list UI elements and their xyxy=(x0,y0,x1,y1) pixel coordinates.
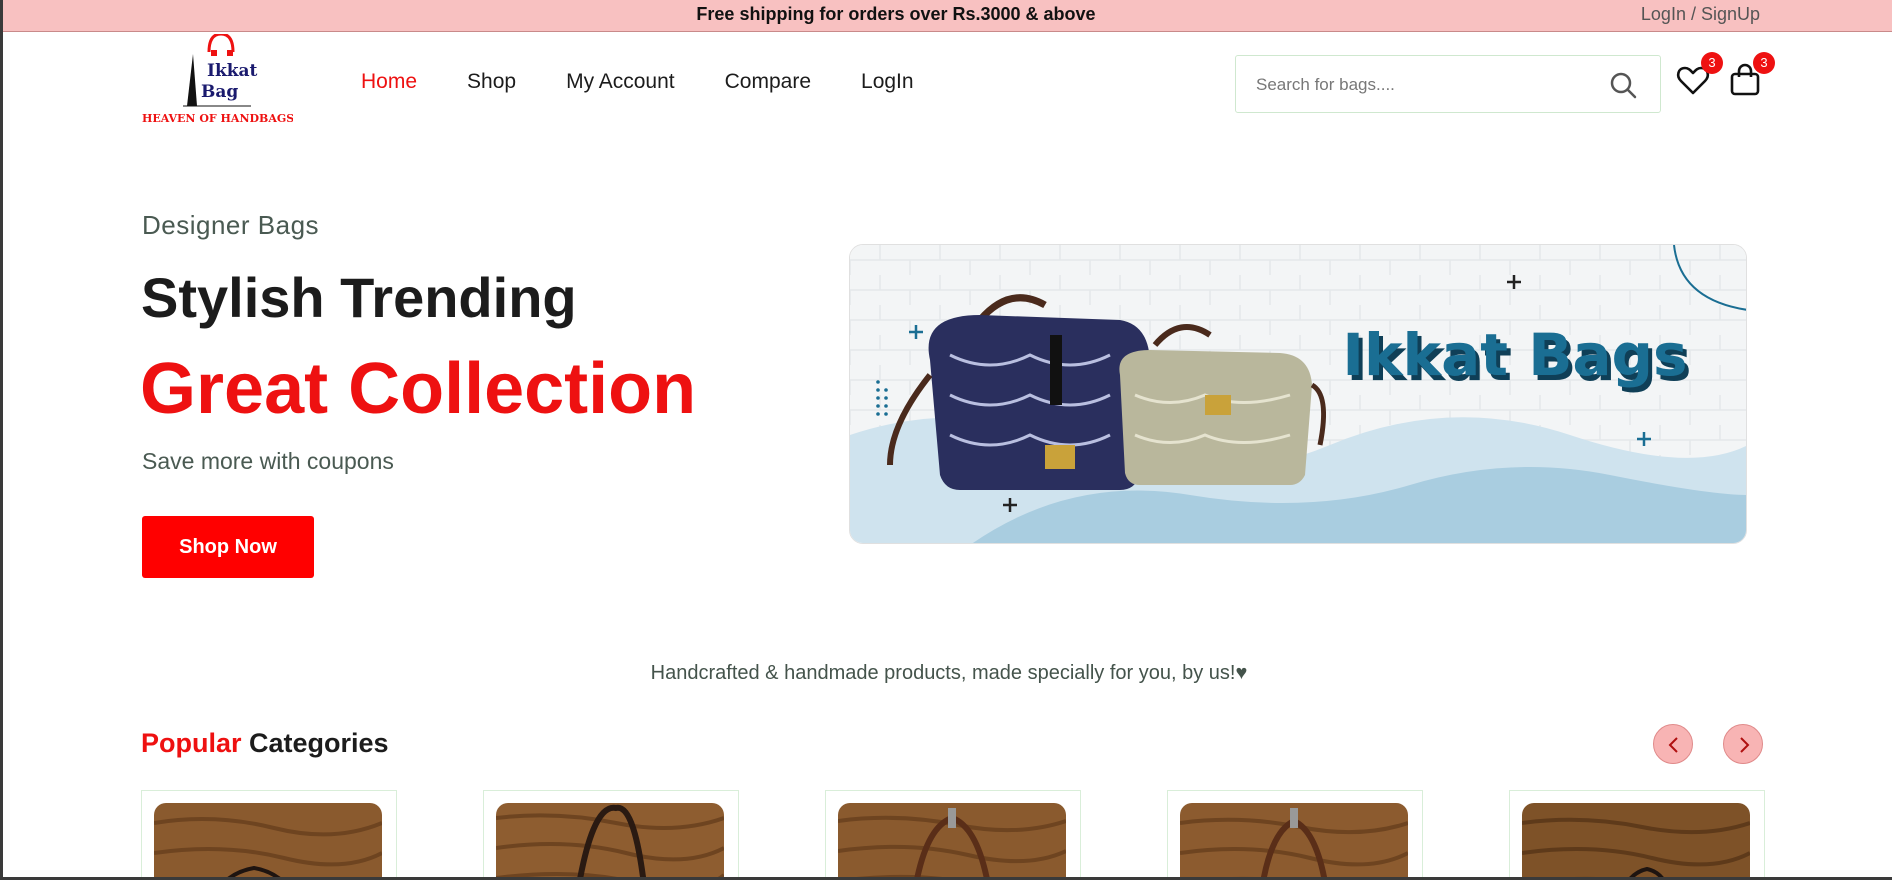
nav-item-compare[interactable]: Compare xyxy=(725,70,811,94)
wishlist-button[interactable]: 3 xyxy=(1675,52,1723,102)
search-icon[interactable] xyxy=(1608,70,1638,100)
category-card[interactable] xyxy=(141,790,397,877)
category-image xyxy=(1180,803,1408,877)
section-title-popular-categories: Popular Categories xyxy=(141,728,389,759)
announcement-bar: Free shipping for orders over Rs.3000 & … xyxy=(3,0,1892,32)
hero-title: Stylish Trending xyxy=(141,266,577,329)
handcrafted-tagline: Handcrafted & handmade products, made sp… xyxy=(650,662,1248,684)
carousel-next-button[interactable] xyxy=(1723,724,1763,764)
cart-button[interactable]: 3 xyxy=(1727,52,1775,102)
nav-item-login[interactable]: LogIn xyxy=(861,70,914,94)
category-image xyxy=(1522,803,1750,877)
shop-now-button[interactable]: Shop Now xyxy=(142,516,314,578)
cart-count-badge: 3 xyxy=(1753,52,1775,74)
site-logo[interactable]: Ikkat Bag HEAVEN OF HANDBAGS xyxy=(141,32,294,130)
login-signup-link[interactable]: LogIn / SignUp xyxy=(1641,4,1760,25)
category-image xyxy=(154,803,382,877)
hero-description: Save more with coupons xyxy=(142,448,394,474)
category-image xyxy=(838,803,1066,877)
logo-line1: Ikkat xyxy=(207,61,258,81)
nav-item-home[interactable]: Home xyxy=(361,70,417,94)
logo-line2: Bag xyxy=(201,82,238,102)
category-card[interactable] xyxy=(825,790,1081,877)
chevron-left-icon xyxy=(1668,737,1678,753)
category-card[interactable] xyxy=(483,790,739,877)
hero-subtitle: Designer Bags xyxy=(142,210,320,240)
nav-item-my-account[interactable]: My Account xyxy=(566,70,675,94)
main-nav: Home Shop My Account Compare LogIn xyxy=(361,70,914,94)
logo-graphic: Ikkat Bag HEAVEN OF HANDBAGS xyxy=(142,32,294,125)
category-carousel xyxy=(141,790,1765,877)
banner-title: Ikkat Bags xyxy=(1342,321,1687,389)
title-highlight: Popular xyxy=(141,728,242,758)
search-input[interactable] xyxy=(1256,72,1596,98)
nav-item-shop[interactable]: Shop xyxy=(467,70,516,94)
banner-image: Ikkat Bags Ikkat Bags xyxy=(850,245,1746,543)
category-card[interactable] xyxy=(1167,790,1423,877)
category-card[interactable] xyxy=(1509,790,1765,877)
browser-viewport: Free shipping for orders over Rs.3000 & … xyxy=(0,0,1892,880)
hero-highlight-title: Great Collection xyxy=(140,349,697,429)
search-box xyxy=(1235,55,1661,113)
carousel-prev-button[interactable] xyxy=(1653,724,1693,764)
logo-tagline: HEAVEN OF HANDBAGS xyxy=(142,112,293,125)
hero-banner[interactable]: Ikkat Bags Ikkat Bags xyxy=(849,244,1747,544)
title-rest: Categories xyxy=(241,728,389,758)
free-shipping-text: Free shipping for orders over Rs.3000 & … xyxy=(696,4,1096,24)
chevron-right-icon xyxy=(1740,737,1750,753)
wishlist-count-badge: 3 xyxy=(1701,52,1723,74)
category-image xyxy=(496,803,724,877)
